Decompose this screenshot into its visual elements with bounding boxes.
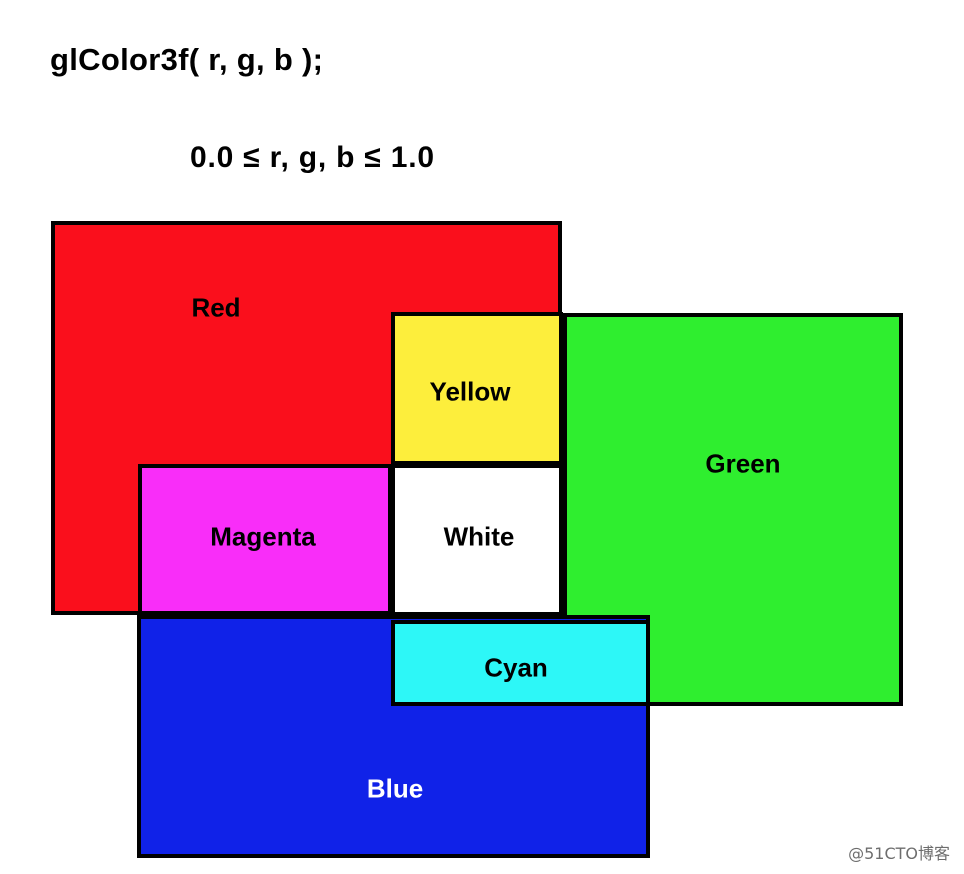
color-rect-white xyxy=(391,464,563,616)
color-rect-yellow xyxy=(391,312,563,465)
parameter-range-expression: 0.0 ≤ r, g, b ≤ 1.0 xyxy=(190,141,435,174)
color-rect-magenta xyxy=(138,464,392,615)
slide-canvas: glColor3f( r, g, b ); 0.0 ≤ r, g, b ≤ 1.… xyxy=(0,0,964,874)
watermark-label: @51CTO博客 xyxy=(848,844,950,863)
page-title-function-signature: glColor3f( r, g, b ); xyxy=(50,42,324,77)
color-rect-cyan xyxy=(391,620,650,706)
